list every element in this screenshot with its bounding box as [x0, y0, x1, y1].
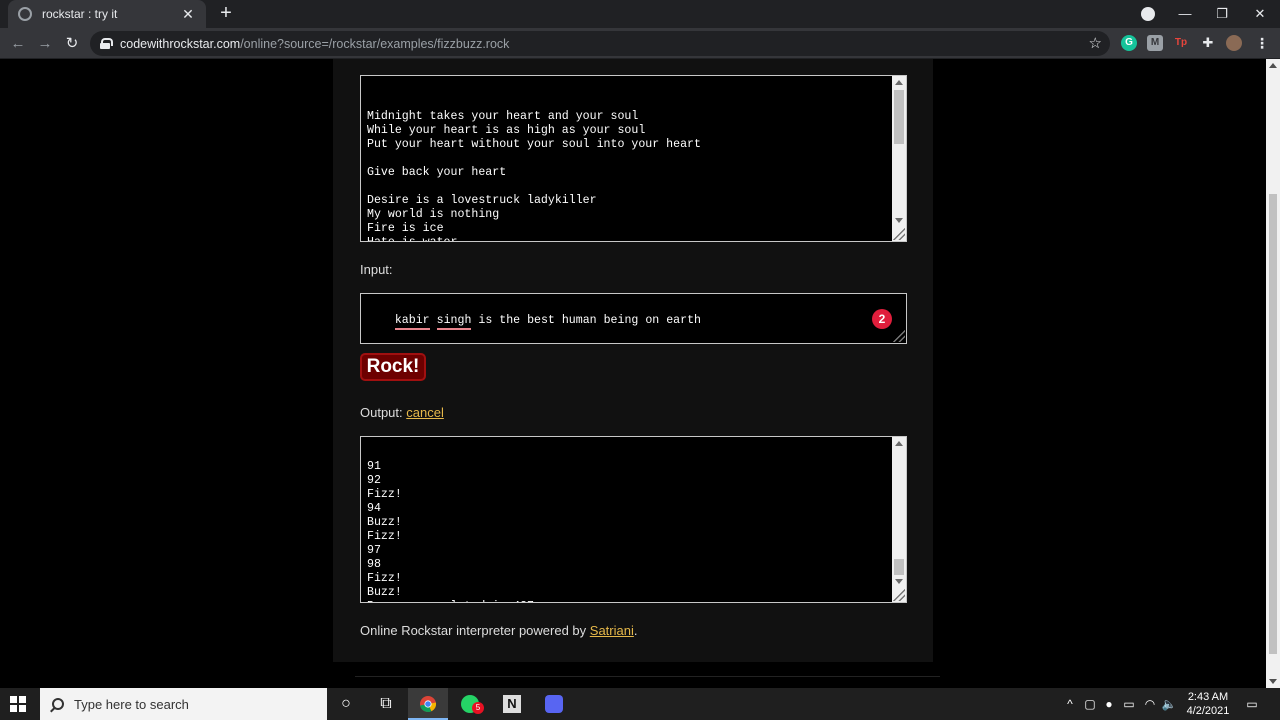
cortana-icon[interactable]: ○ [326, 688, 366, 720]
clock-time: 2:43 AM [1187, 691, 1229, 703]
clock-date: 4/2/2021 [1186, 705, 1230, 717]
page-scroll-thumb[interactable] [1269, 194, 1277, 654]
forward-button[interactable]: → [33, 32, 57, 56]
program-output-area[interactable]: 91 92 Fizz! 94 Buzz! Fizz! 97 98 Fizz! B… [360, 436, 907, 603]
source-code-text: Midnight takes your heart and your soul … [367, 110, 701, 241]
lock-icon[interactable] [100, 38, 113, 49]
powered-by-prefix: Online Rockstar interpreter powered by [360, 623, 590, 638]
scroll-down-arrow[interactable] [895, 579, 903, 584]
windows-taskbar: Type here to search ○ ⧉ 5 N ^ ▢ ● ▭ ◠ 🔈 … [0, 688, 1280, 720]
input-label: Input: [360, 262, 393, 277]
search-icon [52, 698, 64, 710]
volume-icon[interactable]: 🔈 [1160, 688, 1178, 720]
chrome-taskbar-icon[interactable] [408, 688, 448, 720]
back-button[interactable]: ← [6, 32, 30, 56]
editor-scrollbar[interactable] [892, 76, 906, 241]
cancel-link[interactable]: cancel [406, 405, 444, 420]
tab-title: rockstar : try it [42, 7, 118, 21]
kebab-menu-icon[interactable]: ⋮ [1254, 35, 1270, 51]
reload-button[interactable]: ↻ [60, 32, 84, 56]
new-tab-button[interactable]: + [216, 3, 236, 23]
show-hidden-icons-chevron-up-icon[interactable]: ^ [1062, 688, 1078, 720]
avatar[interactable] [1226, 35, 1242, 51]
scroll-down-arrow[interactable] [895, 218, 903, 223]
rock-button[interactable]: Rock! [360, 353, 426, 381]
misspelled-word[interactable]: singh [436, 314, 472, 330]
notifications-icon[interactable]: ▭ [1243, 688, 1261, 720]
powered-by-suffix: . [633, 623, 638, 638]
footer-divider [355, 676, 940, 677]
browser-tabstrip: rockstar : try it ✕ + — ❐ ✕ [0, 0, 1280, 28]
maximize-button[interactable]: ❐ [1203, 0, 1241, 28]
notion-taskbar-icon[interactable]: N [492, 688, 532, 720]
wifi-icon[interactable]: ◠ [1142, 688, 1158, 720]
meet-now-icon[interactable]: ▢ [1082, 688, 1098, 720]
extension-icon[interactable]: M [1147, 35, 1163, 51]
browser-tab[interactable]: rockstar : try it ✕ [8, 0, 206, 28]
grammarly-extension-icon[interactable]: G [1121, 35, 1137, 51]
close-window-button[interactable]: ✕ [1241, 0, 1279, 28]
scroll-up-arrow[interactable] [895, 80, 903, 85]
output-scrollbar[interactable] [892, 437, 906, 602]
profile-menu-icon[interactable] [1141, 7, 1155, 21]
taskbar-search-box[interactable]: Type here to search [40, 688, 327, 720]
output-text: 91 92 Fizz! 94 Buzz! Fizz! 97 98 Fizz! B… [367, 460, 555, 602]
page-content: Midnight takes your heart and your soul … [0, 59, 1266, 688]
input-text: is the best human being on earth [471, 314, 701, 327]
resize-handle[interactable] [893, 330, 905, 342]
program-input-field[interactable]: kabir singh is the best human being on e… [360, 293, 907, 344]
puzzle-extensions-icon[interactable]: ✚ [1200, 35, 1216, 51]
browser-toolbar: ← → ↻ codewithrockstar.com/online?source… [0, 28, 1280, 59]
task-view-icon[interactable]: ⧉ [366, 688, 406, 720]
powered-by-text: Online Rockstar interpreter powered by S… [360, 623, 637, 638]
search-placeholder: Type here to search [74, 696, 189, 712]
globe-icon [18, 7, 32, 21]
grammarly-badge[interactable]: 2 [872, 309, 892, 329]
resize-handle[interactable] [893, 589, 905, 601]
windows-start-icon[interactable] [10, 696, 26, 712]
scroll-thumb[interactable] [894, 559, 904, 575]
whatsapp-badge: 5 [472, 702, 484, 714]
tp-extension-icon[interactable]: Tp [1173, 35, 1189, 51]
minimize-button[interactable]: — [1166, 0, 1204, 28]
address-bar[interactable]: codewithrockstar.com/online?source=/rock… [90, 31, 1110, 56]
taskbar-clock[interactable]: 2:43 AM 4/2/2021 [1182, 690, 1234, 718]
whatsapp-taskbar-icon[interactable]: 5 [450, 688, 490, 720]
close-tab-icon[interactable]: ✕ [180, 6, 196, 23]
discord-taskbar-icon[interactable] [534, 688, 574, 720]
output-label-row: Output: cancel [360, 405, 444, 420]
page-scrollbar[interactable] [1266, 59, 1280, 688]
microphone-icon[interactable]: ● [1101, 688, 1117, 720]
url-host: codewithrockstar.com [120, 36, 241, 51]
bookmark-star-icon[interactable]: ☆ [1089, 34, 1102, 52]
satriani-link[interactable]: Satriani [590, 623, 634, 638]
scroll-up-arrow[interactable] [1269, 63, 1277, 68]
scroll-up-arrow[interactable] [895, 441, 903, 446]
misspelled-word[interactable]: kabir [394, 314, 430, 330]
output-label: Output: [360, 405, 407, 420]
resize-handle[interactable] [893, 228, 905, 240]
url-path: /online?source=/rockstar/examples/fizzbu… [240, 36, 510, 51]
scroll-down-arrow[interactable] [1269, 679, 1277, 684]
battery-icon[interactable]: ▭ [1120, 688, 1138, 720]
scroll-thumb[interactable] [894, 90, 904, 144]
source-code-editor[interactable]: Midnight takes your heart and your soul … [360, 75, 907, 242]
